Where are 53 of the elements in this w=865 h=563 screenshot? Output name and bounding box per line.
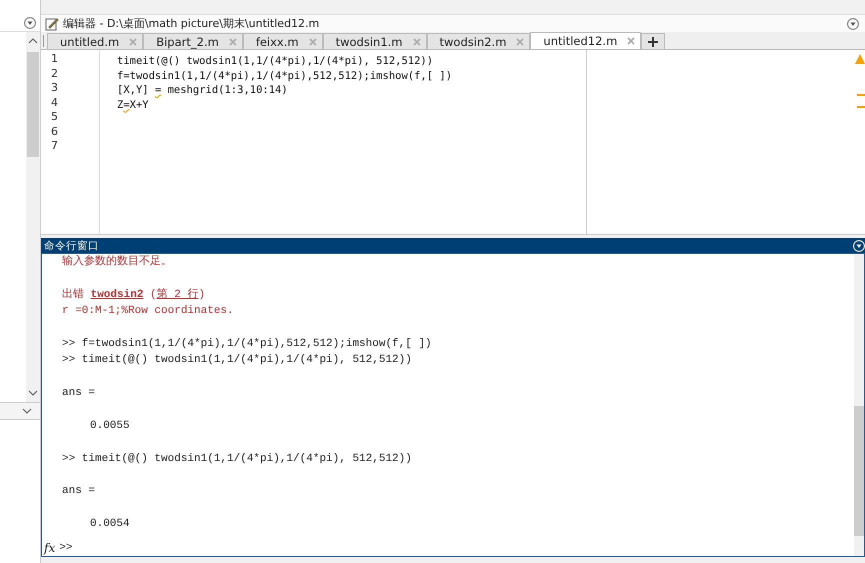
warning-icon[interactable] <box>855 54 865 64</box>
code-line: Z=X+Y <box>117 98 149 110</box>
command-prompt[interactable]: >> <box>59 542 72 554</box>
close-icon[interactable] <box>308 38 317 46</box>
dropdown-icon[interactable] <box>24 16 36 28</box>
function-browser-button[interactable]: fx <box>44 541 56 555</box>
warning-marker[interactable] <box>857 106 865 108</box>
close-icon[interactable] <box>516 38 524 46</box>
file-tab[interactable]: untitled.m <box>47 33 144 49</box>
warning-marker[interactable] <box>857 94 865 96</box>
line-number: 4 <box>50 96 59 110</box>
scroll-up-icon[interactable] <box>28 38 38 44</box>
panel-title: 命令行窗口 <box>44 238 99 252</box>
code-line: [X,Y] = meshgrid(1:3,10:14) <box>117 84 288 96</box>
new-tab-button[interactable] <box>641 33 666 49</box>
console-line: 出错 twodsin2 (第 2 行) <box>62 288 206 301</box>
line-number: 5 <box>50 110 59 124</box>
file-tab[interactable]: untitled12.m <box>530 32 642 49</box>
console-line: 输入参数的数目不足。 <box>62 256 172 268</box>
scroll-thumb[interactable] <box>854 406 864 536</box>
line-number: 6 <box>50 124 59 139</box>
line-number: 2 <box>50 66 59 81</box>
scroll-down-icon[interactable] <box>28 390 38 396</box>
code-line: f=twodsin1(1,1/(4*pi),1/(4*pi),512,512);imshow(f,[ ]) <box>117 70 452 82</box>
scrollbar[interactable] <box>854 254 864 556</box>
scroll-thumb[interactable] <box>27 52 39 157</box>
file-tab[interactable]: twodsin2.m <box>426 33 530 49</box>
close-icon[interactable] <box>129 38 138 46</box>
file-tab[interactable]: twodsin1.m <box>322 33 427 49</box>
close-icon[interactable] <box>627 37 636 45</box>
scrollbar[interactable] <box>26 32 40 402</box>
error-link[interactable]: twodsin2 <box>90 288 144 301</box>
console-line: 0.0055 <box>90 420 130 432</box>
editor-title: 编辑器 - D:\桌面\math picture\期末\untitled12.m <box>63 16 320 31</box>
console-line: >> timeit(@() twodsin1(1,1/(4*pi),1/(4*pi), 512,512)) <box>62 354 412 366</box>
error-link[interactable]: 第 2 行 <box>156 288 198 301</box>
console-line: >> f=twodsin1(1,1/(4*pi),1/(4*pi),512,512);imshow(f,[ ]) <box>62 338 432 350</box>
close-icon[interactable] <box>412 38 421 46</box>
file-tab[interactable]: Bipart_2.m <box>143 33 243 49</box>
chevron-down-icon[interactable] <box>22 408 32 414</box>
close-icon[interactable] <box>228 38 237 46</box>
console-line: r =0:M-1;%Row coordinates. <box>62 305 234 318</box>
console-line: ans = <box>62 387 96 400</box>
console-line: ans = <box>62 485 96 498</box>
plus-icon[interactable] <box>648 36 658 46</box>
file-tab[interactable]: feixx.m <box>242 33 323 49</box>
code-line: timeit(@() twodsin1(1,1/(4*pi),1/(4*pi), 512,512)) <box>117 55 434 67</box>
console-line: 0.0054 <box>90 518 130 530</box>
console-line: >> timeit(@() twodsin1(1,1/(4*pi),1/(4*pi), 512,512)) <box>62 452 412 465</box>
line-number: 7 <box>50 139 59 154</box>
dropdown-icon[interactable] <box>847 18 859 30</box>
line-number: 3 <box>50 81 59 96</box>
line-number: 1 <box>50 52 59 66</box>
